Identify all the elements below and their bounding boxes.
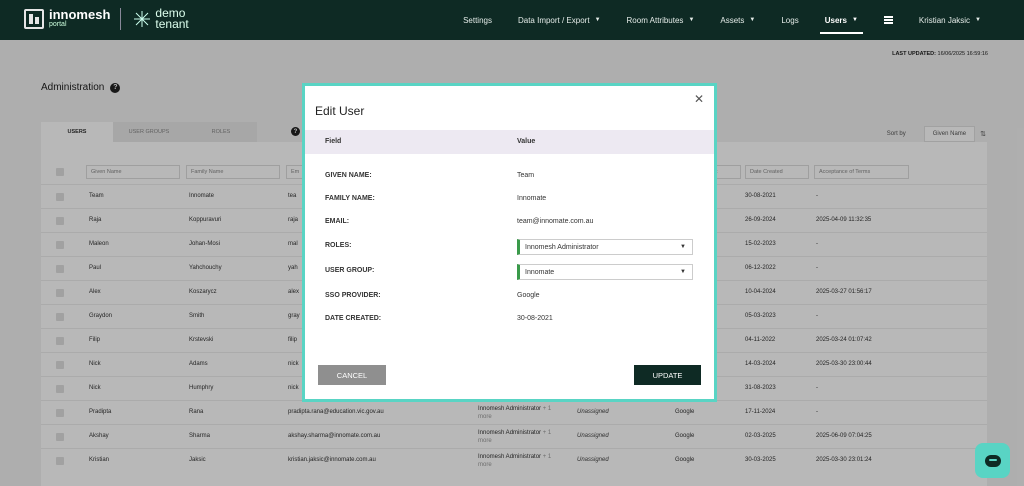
given-name-row: GIVEN NAME: Team	[325, 172, 535, 179]
given-name-value: Team	[517, 172, 535, 179]
value-column-header: Value	[517, 138, 536, 145]
tenant-snowflake-icon	[134, 11, 151, 27]
cancel-button[interactable]: CANCEL	[318, 365, 386, 385]
sso-provider-row: SSO PROVIDER: Google	[325, 292, 540, 299]
brand-logo[interactable]: innomesh portal demo tenant	[24, 6, 189, 31]
sso-provider-value: Google	[517, 292, 540, 299]
chat-bubble-icon	[984, 454, 1001, 467]
chevron-down-icon: ▼	[851, 17, 858, 23]
chat-support-button[interactable]	[975, 443, 1010, 478]
nav-assets[interactable]: Assets ▼	[707, 0, 768, 40]
email-row: EMAIL: team@innomate.com.au	[325, 218, 594, 225]
nav-data-import-export[interactable]: Data Import / Export ▼	[505, 0, 614, 40]
roles-select[interactable]: Innomesh Administrator ▼	[517, 239, 693, 255]
modal-table-header: Field Value	[305, 130, 714, 154]
date-created-row: DATE CREATED: 30-08-2021	[325, 315, 553, 322]
close-icon[interactable]: ✕	[694, 92, 704, 106]
apps-grid-button[interactable]	[871, 0, 906, 40]
nav-settings[interactable]: Settings	[450, 0, 505, 40]
update-button[interactable]: UPDATE	[634, 365, 701, 385]
user-menu[interactable]: Kristian Jaksic ▼	[906, 0, 994, 40]
chevron-down-icon: ▼	[680, 269, 686, 275]
nav-links: Settings Data Import / Export ▼ Room Attr…	[450, 0, 994, 40]
chevron-down-icon: ▼	[594, 17, 601, 23]
field-column-header: Field	[325, 138, 342, 145]
chevron-down-icon: ▼	[975, 17, 981, 23]
email-value: team@innomate.com.au	[517, 218, 594, 225]
edit-user-modal: Edit User ✕ Field Value GIVEN NAME: Team…	[302, 83, 717, 402]
modal-title: Edit User	[315, 104, 365, 118]
family-name-value: Innomate	[517, 195, 547, 202]
user-group-row: USER GROUP: Innomate ▼	[305, 261, 714, 283]
nav-users[interactable]: Users ▼	[812, 0, 871, 40]
roles-row: ROLES: Innomesh Administrator ▼	[305, 236, 714, 258]
date-created-value: 30-08-2021	[517, 315, 553, 322]
logo-divider	[120, 8, 122, 30]
user-group-select[interactable]: Innomate ▼	[517, 264, 693, 280]
chevron-down-icon: ▼	[749, 17, 756, 23]
grid-icon	[884, 15, 893, 25]
chevron-down-icon: ▼	[688, 17, 695, 23]
nav-logs[interactable]: Logs	[768, 0, 811, 40]
top-nav: innomesh portal demo tenant Settings Dat…	[0, 0, 1024, 40]
chevron-down-icon: ▼	[680, 244, 686, 250]
family-name-row: FAMILY NAME: Innomate	[325, 195, 547, 202]
innomesh-logo-icon	[24, 9, 44, 29]
brand-name: innomesh	[49, 7, 111, 22]
nav-room-attributes[interactable]: Room Attributes ▼	[614, 0, 708, 40]
tenant-name: demo tenant	[155, 6, 189, 31]
brand-sub: portal	[49, 21, 67, 28]
